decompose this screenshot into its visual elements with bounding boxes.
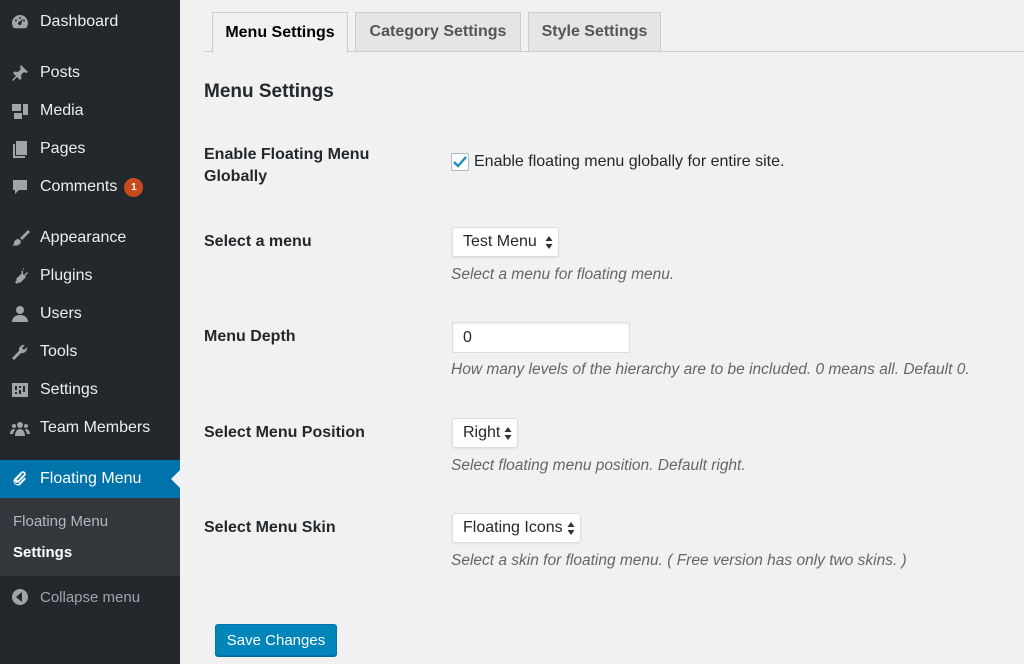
menu-skin-dropdown[interactable]: Floating Icons xyxy=(452,513,581,543)
collapse-menu-label: Collapse menu xyxy=(40,588,141,606)
sidebar-item-floating-menu[interactable]: Floating Menu xyxy=(0,460,180,498)
pages-icon xyxy=(9,138,31,160)
menu-skin-description: Select a skin for floating menu. ( Free … xyxy=(451,552,907,569)
settings-icon xyxy=(9,379,31,401)
sidebar-item-label: Media xyxy=(40,102,84,119)
enable-floating-checkbox[interactable] xyxy=(451,153,469,171)
sidebar-item-label: Pages xyxy=(40,140,86,157)
brush-icon xyxy=(9,227,31,249)
sidebar-item-label: Appearance xyxy=(40,229,127,246)
tab-style-settings[interactable]: Style Settings xyxy=(528,12,661,52)
menu-skin-value: Floating Icons xyxy=(463,519,563,536)
sidebar-item-users[interactable]: Users xyxy=(0,295,180,333)
collapse-arrow-icon xyxy=(10,587,30,607)
sidebar-item-label: Dashboard xyxy=(40,13,119,30)
sidebar-item-appearance[interactable]: Appearance xyxy=(0,219,180,257)
sidebar-item-label: Plugins xyxy=(40,267,93,284)
sidebar-item-comments[interactable]: Comments 1 xyxy=(0,168,180,206)
admin-sidebar: Dashboard Posts Media Pages Comments 1 A… xyxy=(0,0,180,664)
comment-count-badge: 1 xyxy=(124,177,144,197)
select-menu-label: Select a menu xyxy=(204,233,312,250)
sidebar-item-label: Posts xyxy=(40,64,81,81)
paperclip-icon xyxy=(9,468,31,490)
menu-skin-label: Select Menu Skin xyxy=(204,519,336,536)
menu-position-description: Select floating menu position. Default r… xyxy=(451,457,746,474)
select-arrows-icon xyxy=(567,522,575,535)
sidebar-item-label: Settings xyxy=(40,381,98,398)
sidebar-item-settings[interactable]: Settings xyxy=(0,371,180,409)
select-menu-description: Select a menu for floating menu. xyxy=(451,266,675,283)
sidebar-item-plugins[interactable]: Plugins xyxy=(0,257,180,295)
tab-category-settings[interactable]: Category Settings xyxy=(355,12,521,52)
sidebar-item-team-members[interactable]: Team Members xyxy=(0,409,180,447)
submenu-item-floating-menu[interactable]: Floating Menu xyxy=(13,513,108,530)
menu-position-label: Select Menu Position xyxy=(204,424,365,441)
menu-position-value: Right xyxy=(463,424,501,441)
menu-position-dropdown[interactable]: Right xyxy=(452,418,518,448)
sidebar-item-pages[interactable]: Pages xyxy=(0,130,180,168)
select-menu-dropdown[interactable]: Test Menu xyxy=(452,227,559,257)
sidebar-item-media[interactable]: Media xyxy=(0,92,180,130)
collapse-menu-button[interactable]: Collapse menu xyxy=(0,580,180,614)
checkmark-icon xyxy=(453,156,467,168)
select-menu-value: Test Menu xyxy=(463,233,537,250)
select-arrows-icon xyxy=(504,427,512,440)
enable-floating-checkbox-label[interactable]: Enable floating menu globally for entire… xyxy=(474,153,784,171)
sidebar-item-posts[interactable]: Posts xyxy=(0,54,180,92)
plug-icon xyxy=(9,265,31,287)
sidebar-item-label: Tools xyxy=(40,343,78,360)
sidebar-item-dashboard[interactable]: Dashboard xyxy=(0,3,180,41)
submenu-item-settings[interactable]: Settings xyxy=(13,544,72,561)
comment-icon xyxy=(9,176,31,198)
user-icon xyxy=(9,303,31,325)
enable-floating-label: Enable Floating Menu Globally xyxy=(204,146,370,185)
sidebar-item-tools[interactable]: Tools xyxy=(0,333,180,371)
save-changes-button[interactable]: Save Changes xyxy=(215,624,337,656)
wrench-icon xyxy=(9,341,31,363)
select-arrows-icon xyxy=(545,236,553,249)
sidebar-item-label: Floating Menu xyxy=(40,470,142,487)
group-icon xyxy=(9,417,31,439)
media-icon xyxy=(9,100,31,122)
menu-depth-input[interactable]: 0 xyxy=(452,322,630,353)
tab-menu-settings[interactable]: Menu Settings xyxy=(212,12,348,53)
sidebar-item-label: Users xyxy=(40,305,82,322)
page-title: Menu Settings xyxy=(204,81,334,102)
menu-depth-description: How many levels of the hierarchy are to … xyxy=(451,361,970,378)
sidebar-item-label: Team Members xyxy=(40,419,151,436)
sidebar-item-label: Comments xyxy=(40,178,118,195)
menu-depth-label: Menu Depth xyxy=(204,328,296,345)
floating-menu-submenu: Floating Menu Settings xyxy=(0,498,180,576)
dashboard-icon xyxy=(9,11,31,33)
pin-icon xyxy=(9,62,31,84)
